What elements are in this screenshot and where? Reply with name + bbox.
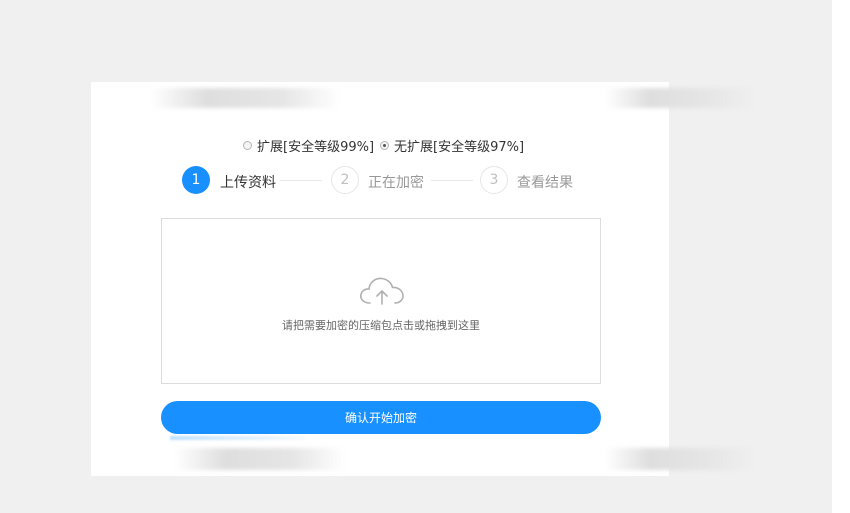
- upload-dropzone[interactable]: 请把需要加密的压缩包点击或拖拽到这里: [161, 218, 601, 384]
- blurred-footer-right: [605, 448, 755, 470]
- mode-option-label: 扩展[安全等级99%]: [257, 139, 375, 155]
- step-3-circle: 3: [480, 166, 508, 194]
- step-2-circle: 2: [331, 166, 359, 194]
- progress-steps: 1 上传资料 2 正在加密 3 查看结果: [182, 166, 602, 196]
- step-connector: [431, 180, 473, 181]
- step-connector: [280, 180, 322, 181]
- blurred-header-right: [605, 88, 755, 108]
- button-shadow-artifact: [170, 436, 305, 440]
- step-1-circle: 1: [182, 166, 210, 194]
- blurred-header-left: [150, 88, 340, 108]
- encryption-mode-group: 扩展[安全等级99%] 无扩展[安全等级97%]: [243, 136, 530, 155]
- step-1-label: 上传资料: [220, 175, 276, 191]
- mode-option-extended[interactable]: 扩展[安全等级99%]: [243, 136, 374, 155]
- radio-extended[interactable]: [243, 140, 252, 150]
- mode-option-no-extension[interactable]: 无扩展[安全等级97%]: [380, 136, 524, 155]
- radio-no-extension[interactable]: [380, 140, 390, 150]
- confirm-encrypt-button[interactable]: 确认开始加密: [161, 401, 601, 434]
- upload-hint: 请把需要加密的压缩包点击或拖拽到这里: [282, 319, 480, 332]
- mode-option-label: 无扩展[安全等级97%]: [394, 139, 525, 155]
- step-3-label: 查看结果: [517, 175, 573, 191]
- blurred-footer-left: [175, 448, 345, 470]
- cloud-upload-icon: [360, 277, 404, 305]
- step-2-label: 正在加密: [368, 175, 424, 191]
